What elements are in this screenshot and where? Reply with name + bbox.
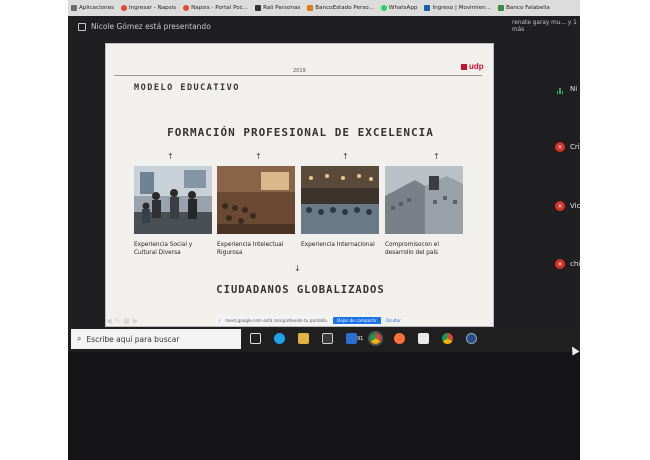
photo-lecture-hall bbox=[217, 166, 295, 234]
file-explorer-icon[interactable] bbox=[298, 333, 309, 344]
monitor-bezel bbox=[68, 352, 580, 460]
bookmark-apps[interactable]: Aplicaciones bbox=[71, 5, 114, 11]
screen-share-bar: ⁞ meet.google.com está compartiendo tu p… bbox=[216, 315, 401, 326]
ingreso-icon bbox=[424, 5, 431, 11]
napsis-icon bbox=[183, 5, 190, 11]
search-placeholder: Escribe aquí para buscar bbox=[86, 334, 180, 344]
bookmark-falabella[interactable]: Banco Falabella bbox=[498, 5, 550, 11]
participant-tile[interactable]: ✕ chi bbox=[555, 259, 580, 269]
pillar-caption: Experiencia Social y Cultural Diversa bbox=[134, 242, 193, 256]
bookmark-whatsapp[interactable]: WhatsApp bbox=[380, 5, 417, 11]
stop-sharing-button[interactable]: Dejar de compartir bbox=[333, 317, 381, 324]
participant-tile[interactable]: ✕ Vic bbox=[555, 201, 580, 211]
photo-international-event bbox=[301, 166, 379, 234]
slide-tools: ◀ ✎ ▦ ▶ bbox=[106, 317, 138, 325]
napsis-icon bbox=[120, 5, 127, 11]
grid-icon[interactable]: ▦ bbox=[123, 317, 130, 325]
bookmark-ingreso[interactable]: Ingreso | Movimien... bbox=[424, 5, 491, 11]
edge-icon[interactable] bbox=[274, 333, 285, 344]
bookmark-bancoestado[interactable]: BancoEstado Perso... bbox=[307, 5, 374, 11]
slide-divider bbox=[114, 75, 482, 76]
store-icon[interactable] bbox=[322, 333, 333, 344]
arrow-up-icon: ↑ bbox=[167, 152, 174, 161]
photo-building bbox=[385, 166, 463, 234]
share-grip-icon[interactable]: ⁞ bbox=[219, 318, 220, 323]
search-icon: ⌕ bbox=[77, 334, 82, 343]
mic-off-icon: ✕ bbox=[555, 142, 565, 152]
share-message: meet.google.com está compartiendo tu pan… bbox=[225, 318, 329, 323]
arrow-up-icon: ↑ bbox=[255, 152, 262, 161]
monitor-screen: Aplicaciones Ingresar - Napsis Napsis - … bbox=[68, 0, 580, 460]
bookmark-napsis-ingresar[interactable]: Ingresar - Napsis bbox=[120, 5, 176, 11]
apps-icon bbox=[71, 5, 77, 11]
arrow-up-icon: ↑ bbox=[433, 152, 440, 161]
rali-icon bbox=[255, 5, 262, 11]
participant-tile[interactable]: ✕ Cri bbox=[555, 142, 580, 152]
remote-participant-name: renate garay mu... y 1 más bbox=[512, 20, 577, 33]
windows-taskbar: ⌕ Escribe aquí para buscar 91 bbox=[68, 327, 580, 351]
pillar-caption: Experiencia Internacional bbox=[301, 242, 375, 248]
task-view-icon[interactable] bbox=[250, 333, 261, 344]
slide-title: MODELO EDUCATIVO bbox=[134, 83, 240, 93]
slide-footer: CIUDADANOS GLOBALIZADOS bbox=[216, 284, 385, 296]
photo-students-group bbox=[134, 166, 212, 234]
pillar-caption: Compromisocon el desarrollo del país bbox=[385, 242, 439, 256]
arrow-up-icon: ↑ bbox=[342, 152, 349, 161]
presenting-banner: Nicole Gómez está presentando bbox=[78, 22, 211, 31]
presenting-text: Nicole Gómez está presentando bbox=[91, 22, 211, 31]
next-slide-icon[interactable]: ▶ bbox=[133, 317, 138, 325]
prev-slide-icon[interactable]: ◀ bbox=[106, 317, 111, 325]
participant-tile[interactable]: Ni bbox=[555, 84, 577, 94]
udp-logo-mark bbox=[461, 63, 467, 70]
bookmark-rali[interactable]: Rali Personas bbox=[255, 5, 300, 11]
app-icon[interactable] bbox=[466, 333, 477, 344]
presentation-icon bbox=[78, 22, 86, 31]
mic-off-icon: ✕ bbox=[555, 201, 565, 211]
mail-icon[interactable] bbox=[346, 333, 357, 344]
arrow-down-icon: ↓ bbox=[294, 264, 301, 273]
pillar-caption: Experiencia Intelectual Rigurosa bbox=[217, 242, 284, 256]
chrome-icon[interactable] bbox=[442, 333, 453, 344]
mail-badge: 91 bbox=[357, 336, 364, 342]
chrome-icon[interactable] bbox=[368, 331, 383, 346]
bancoestado-icon bbox=[307, 5, 314, 11]
app-icon[interactable] bbox=[418, 333, 429, 344]
pen-icon[interactable]: ✎ bbox=[114, 317, 120, 325]
taskbar-search[interactable]: ⌕ Escribe aquí para buscar bbox=[71, 329, 241, 349]
slide-year: 2019 bbox=[293, 68, 306, 74]
shared-slide: 2019 udp MODELO EDUCATIVO FORMACIÓN PROF… bbox=[105, 43, 494, 327]
bookmarks-bar: Aplicaciones Ingresar - Napsis Napsis - … bbox=[68, 0, 580, 16]
udp-logo: udp bbox=[461, 62, 484, 71]
hide-share-bar-button[interactable]: Ocultar bbox=[386, 318, 401, 323]
firefox-icon[interactable] bbox=[394, 333, 405, 344]
slide-heading: FORMACIÓN PROFESIONAL DE EXCELENCIA bbox=[167, 126, 434, 139]
falabella-icon bbox=[498, 5, 505, 11]
bookmark-napsis-portal[interactable]: Napsis - Portal Poc... bbox=[183, 5, 248, 11]
audio-level-icon bbox=[555, 84, 565, 94]
whatsapp-icon bbox=[380, 5, 387, 11]
mic-off-icon: ✕ bbox=[555, 259, 565, 269]
